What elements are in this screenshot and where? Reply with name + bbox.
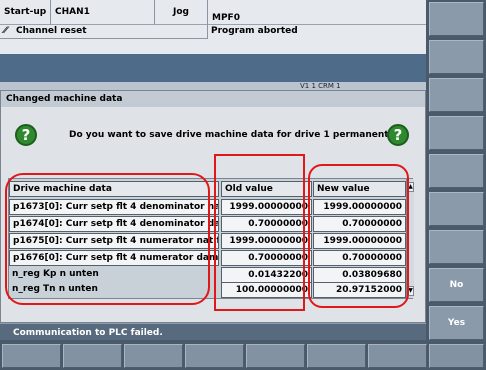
vertical-softkey-5[interactable] xyxy=(429,154,484,188)
question-icon: ? xyxy=(15,124,37,146)
horizontal-softkey-5[interactable] xyxy=(246,344,305,368)
background-strip xyxy=(0,82,426,90)
horizontal-softkey-3[interactable] xyxy=(124,344,183,368)
question-icon: ? xyxy=(387,124,409,146)
horizontal-softkey-1[interactable] xyxy=(2,344,61,368)
annotation-old-values-outline xyxy=(214,154,305,311)
no-button[interactable]: No xyxy=(429,268,484,302)
horizontal-softkey-bar xyxy=(0,340,486,370)
horizontal-softkey-7[interactable] xyxy=(368,344,427,368)
background-area xyxy=(0,54,426,82)
channel-status-text: Channel reset xyxy=(16,26,87,36)
horizontal-softkey-8[interactable] xyxy=(429,344,484,368)
operating-area: Start-up xyxy=(0,0,51,25)
vertical-softkey-3[interactable] xyxy=(429,78,484,112)
annotation-new-values-outline xyxy=(308,164,409,308)
reset-icon: ⁄⁄ xyxy=(4,26,8,36)
status-header: ⁄⁄ Channel reset Program aborted xyxy=(0,25,426,54)
vertical-softkey-bar: No Yes xyxy=(426,0,486,340)
status-message: Communication to PLC failed. xyxy=(0,323,426,340)
horizontal-softkey-4[interactable] xyxy=(185,344,244,368)
vertical-softkey-4[interactable] xyxy=(429,116,484,150)
vertical-softkey-7[interactable] xyxy=(429,230,484,264)
dialog-question: Do you want to save drive machine data f… xyxy=(69,130,403,140)
vertical-softkey-1[interactable] xyxy=(429,2,484,36)
background-strip-text: V1 1 CRM 1 xyxy=(300,82,341,90)
vertical-softkey-2[interactable] xyxy=(429,40,484,74)
horizontal-softkey-2[interactable] xyxy=(63,344,122,368)
program-name: MPF0 xyxy=(212,13,240,23)
operating-mode: Jog xyxy=(155,0,208,25)
channel-name: CHAN1 xyxy=(51,0,155,25)
horizontal-softkey-6[interactable] xyxy=(307,344,366,368)
program-status: Program aborted xyxy=(211,26,298,36)
channel-status: ⁄⁄ Channel reset xyxy=(0,25,208,39)
vertical-softkey-6[interactable] xyxy=(429,192,484,226)
dialog-title: Changed machine data xyxy=(1,91,425,107)
header-bar: Start-up CHAN1 Jog MPF0 xyxy=(0,0,426,25)
annotation-names-outline xyxy=(5,173,210,305)
yes-button[interactable]: Yes xyxy=(429,306,484,340)
